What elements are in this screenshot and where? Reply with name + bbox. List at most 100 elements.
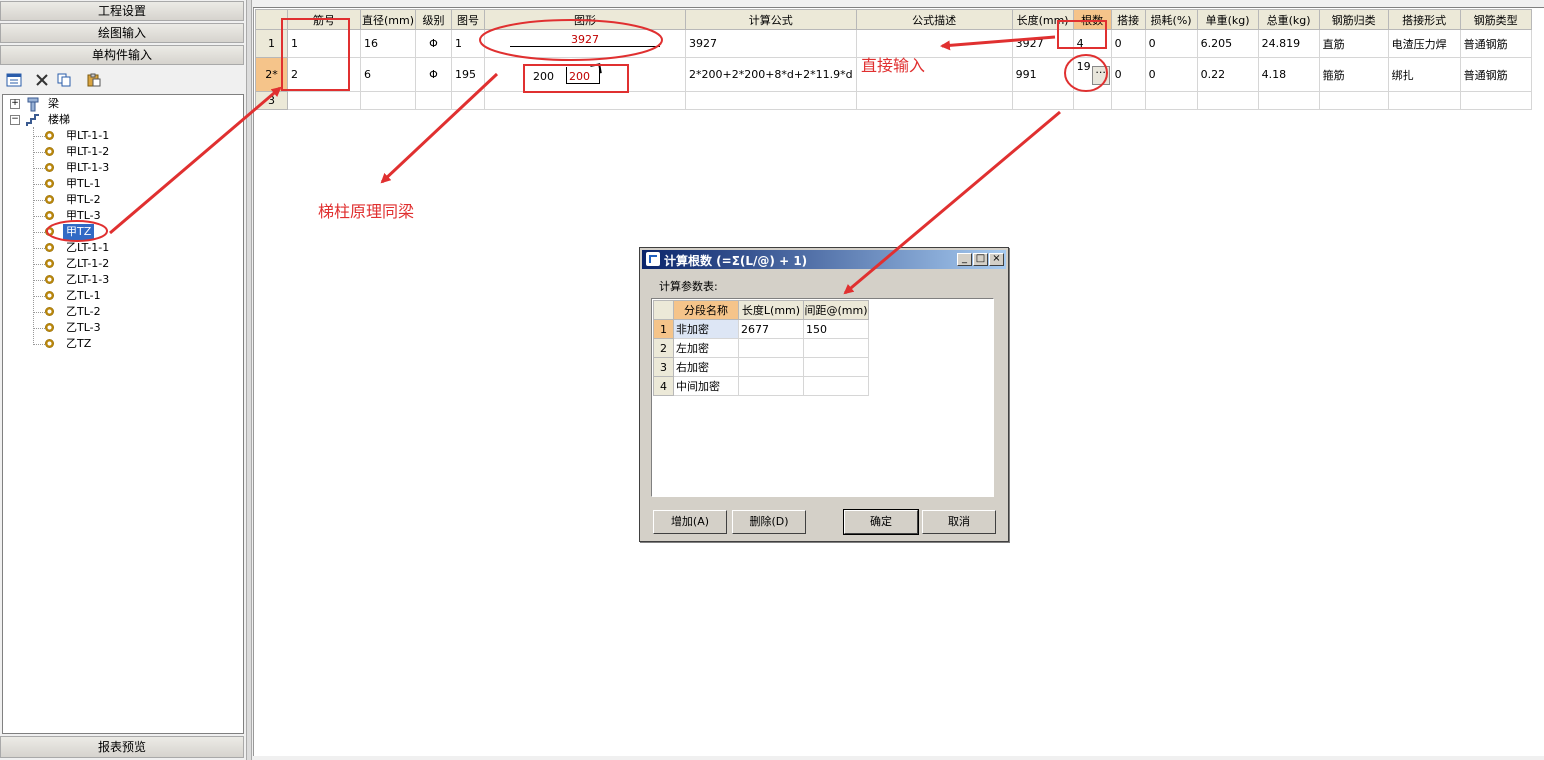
col-header-diameter[interactable]: 直径(mm) xyxy=(360,9,416,30)
cell-diameter[interactable]: 6 xyxy=(360,57,416,92)
empty-cell[interactable] xyxy=(855,91,1013,110)
add-button[interactable]: 增加(A) xyxy=(653,510,727,534)
cell-total-weight[interactable]: 4.18 xyxy=(1257,57,1320,92)
col-header-rebar-type[interactable]: 钢筋类型 xyxy=(1459,9,1532,30)
cell-bar-no[interactable]: 2 xyxy=(287,57,361,92)
cell-bar-no[interactable]: 1 xyxy=(287,29,361,58)
cell-category[interactable]: 箍筋 xyxy=(1318,57,1389,92)
col-header-count[interactable]: 根数 xyxy=(1072,9,1112,30)
delete-button[interactable]: 删除(D) xyxy=(732,510,806,534)
cell-count-editing[interactable]: 19 ··· xyxy=(1072,57,1112,92)
param-length[interactable] xyxy=(738,357,804,377)
cell-figure-no[interactable]: 195 xyxy=(451,57,485,92)
param-length[interactable] xyxy=(738,338,804,358)
paste-icon[interactable] xyxy=(86,73,102,87)
cell-grade[interactable]: Φ xyxy=(415,57,452,92)
minimize-icon[interactable]: _ xyxy=(957,253,972,266)
param-row-number[interactable]: 3 xyxy=(653,357,674,377)
param-row-number[interactable]: 1 xyxy=(653,319,674,339)
cell-length[interactable]: 991 xyxy=(1011,57,1074,92)
empty-cell[interactable] xyxy=(1011,91,1074,110)
param-row[interactable]: 4 中间加密 xyxy=(653,376,869,396)
empty-cell[interactable] xyxy=(1110,91,1146,110)
nav-drawing-input[interactable]: 绘图输入 xyxy=(0,23,244,43)
param-row[interactable]: 1 非加密 2677 150 xyxy=(653,319,869,339)
row-number[interactable]: 2* xyxy=(255,57,288,92)
col-header-lap-type[interactable]: 搭接形式 xyxy=(1387,9,1461,30)
panel-splitter[interactable] xyxy=(246,0,252,760)
row-number[interactable]: 1 xyxy=(255,29,288,58)
count-value[interactable]: 19 xyxy=(1077,60,1091,73)
empty-cell[interactable] xyxy=(1387,91,1461,110)
cell-rebar-type[interactable]: 普通钢筋 xyxy=(1459,29,1532,58)
close-icon[interactable]: × xyxy=(989,253,1004,266)
param-row[interactable]: 2 左加密 xyxy=(653,338,869,358)
col-header-lap[interactable]: 搭接 xyxy=(1110,9,1146,30)
empty-cell[interactable] xyxy=(451,91,485,110)
empty-cell[interactable] xyxy=(1318,91,1389,110)
col-header-category[interactable]: 钢筋归类 xyxy=(1318,9,1389,30)
param-spacing[interactable] xyxy=(803,357,869,377)
cell-formula[interactable]: 2*200+2*200+8*d+2*11.9*d xyxy=(685,57,857,92)
param-segment-name[interactable]: 非加密 xyxy=(673,319,739,339)
cell-lap-type[interactable]: 电渣压力焊 xyxy=(1387,29,1461,58)
collapse-stairs-toggle[interactable]: − xyxy=(10,115,20,125)
empty-cell[interactable] xyxy=(415,91,452,110)
empty-cell[interactable] xyxy=(685,91,857,110)
cancel-button[interactable]: 取消 xyxy=(922,510,996,534)
cell-category[interactable]: 直筋 xyxy=(1318,29,1389,58)
col-header-formula[interactable]: 计算公式 xyxy=(685,9,857,30)
empty-cell[interactable] xyxy=(1459,91,1532,110)
count-calculator-button[interactable]: ··· xyxy=(1091,66,1110,85)
properties-icon[interactable] xyxy=(6,73,22,87)
col-header-loss[interactable]: 损耗(%) xyxy=(1144,9,1198,30)
cell-lap[interactable]: 0 xyxy=(1110,57,1146,92)
cell-count[interactable]: 4 xyxy=(1072,29,1112,58)
empty-cell[interactable] xyxy=(484,91,686,110)
empty-cell[interactable] xyxy=(1072,91,1112,110)
nav-single-member-input[interactable]: 单构件输入 xyxy=(0,45,244,65)
cell-formula[interactable]: 3927 xyxy=(685,29,857,58)
param-segment-name[interactable]: 中间加密 xyxy=(673,376,739,396)
empty-cell[interactable] xyxy=(360,91,416,110)
dialog-title-bar[interactable]: 计算根数 (=Σ(L/@) + 1) _ □ × xyxy=(642,250,1006,269)
param-spacing[interactable]: 150 xyxy=(803,319,869,339)
empty-cell[interactable] xyxy=(1144,91,1198,110)
stirrup-width-value[interactable]: 200 xyxy=(533,70,554,83)
corner-header[interactable] xyxy=(255,9,288,30)
stirrup-height-value[interactable]: 200 xyxy=(569,70,590,83)
cell-rebar-type[interactable]: 普通钢筋 xyxy=(1459,57,1532,92)
col-header-grade[interactable]: 级别 xyxy=(415,9,452,30)
param-segment-name[interactable]: 左加密 xyxy=(673,338,739,358)
cell-loss[interactable]: 0 xyxy=(1144,57,1198,92)
cell-figure-no[interactable]: 1 xyxy=(451,29,485,58)
delete-icon[interactable] xyxy=(34,73,50,87)
ok-button[interactable]: 确定 xyxy=(843,509,919,535)
cell-loss[interactable]: 0 xyxy=(1144,29,1198,58)
col-header-length[interactable]: 长度(mm) xyxy=(1011,9,1074,30)
cell-lap[interactable]: 0 xyxy=(1110,29,1146,58)
cell-length[interactable]: 3927 xyxy=(1011,29,1074,58)
param-row[interactable]: 3 右加密 xyxy=(653,357,869,377)
param-segment-name[interactable]: 右加密 xyxy=(673,357,739,377)
nav-project-settings[interactable]: 工程设置 xyxy=(0,1,244,21)
table-row-empty[interactable]: 3 xyxy=(255,91,1532,110)
param-col-segment-name[interactable]: 分段名称 xyxy=(673,300,739,320)
cell-unit-weight[interactable]: 0.22 xyxy=(1196,57,1259,92)
param-spacing[interactable] xyxy=(803,338,869,358)
param-spacing[interactable] xyxy=(803,376,869,396)
param-length[interactable] xyxy=(738,376,804,396)
maximize-icon[interactable]: □ xyxy=(973,253,988,266)
cell-unit-weight[interactable]: 6.205 xyxy=(1196,29,1259,58)
cell-diameter[interactable]: 16 xyxy=(360,29,416,58)
col-header-shape[interactable]: 图形 xyxy=(484,9,686,30)
param-row-number[interactable]: 4 xyxy=(653,376,674,396)
cell-lap-type[interactable]: 绑扎 xyxy=(1387,57,1461,92)
col-header-figure-no[interactable]: 图号 xyxy=(451,9,485,30)
param-length[interactable]: 2677 xyxy=(738,319,804,339)
empty-cell[interactable] xyxy=(287,91,361,110)
empty-cell[interactable] xyxy=(1196,91,1259,110)
param-corner-header[interactable] xyxy=(653,300,674,320)
param-col-spacing[interactable]: 间距@(mm) xyxy=(803,300,869,320)
cell-total-weight[interactable]: 24.819 xyxy=(1257,29,1320,58)
